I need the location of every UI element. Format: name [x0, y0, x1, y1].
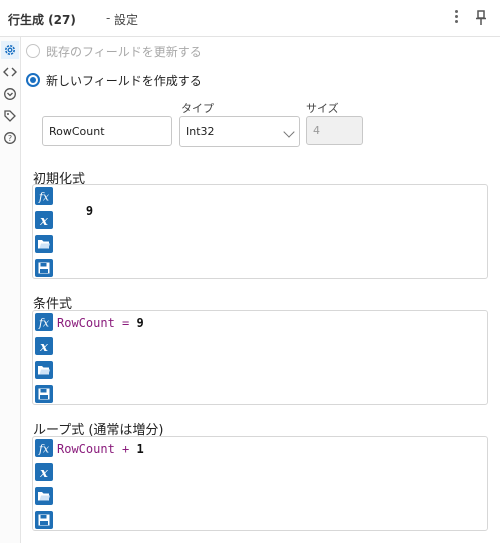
panel-title: 行生成 (27) [8, 13, 76, 27]
code-operator-token: + [122, 442, 130, 456]
init-expression-editor[interactable]: fx x 9 [32, 184, 488, 279]
code-icon[interactable] [1, 63, 19, 81]
radio-create-new[interactable] [26, 73, 40, 87]
open-folder-icon[interactable] [35, 361, 53, 379]
panel-header: 行生成 (27) - 設定 [0, 0, 500, 37]
save-icon[interactable] [35, 511, 53, 529]
connection-icon[interactable] [1, 85, 19, 103]
open-folder-icon[interactable] [35, 235, 53, 253]
title-separator: - [106, 11, 111, 25]
fx-icon[interactable]: fx [35, 439, 53, 457]
save-icon[interactable] [35, 385, 53, 403]
svg-text:fx: fx [38, 191, 50, 204]
code-field-token: RowCount [57, 442, 115, 456]
svg-text:fx: fx [38, 317, 50, 330]
option-update-existing-label: 既存のフィールドを更新する [46, 44, 202, 59]
open-folder-icon[interactable] [35, 487, 53, 505]
gear-icon[interactable] [1, 41, 19, 59]
variable-icon[interactable]: x [35, 211, 53, 229]
svg-text:?: ? [8, 134, 12, 143]
field-name-value: RowCount [49, 124, 105, 138]
size-label: サイズ [306, 102, 339, 115]
fx-icon[interactable]: fx [35, 187, 53, 205]
field-name-input[interactable]: RowCount [42, 116, 172, 146]
svg-text:x: x [39, 340, 48, 354]
svg-text:x: x [39, 214, 48, 228]
loop-expression-editor[interactable]: fx x RowCount + 1 [32, 436, 488, 531]
size-input[interactable]: 4 [306, 116, 363, 145]
condition-expression-editor[interactable]: fx x RowCount = 9 [32, 310, 488, 405]
condition-expression-code: RowCount = 9 [57, 316, 144, 330]
svg-text:fx: fx [38, 443, 50, 456]
size-value: 4 [313, 124, 320, 137]
init-expression-code: 9 [57, 190, 93, 232]
init-expression-value: 9 [85, 204, 94, 218]
code-field-token: RowCount [57, 316, 115, 330]
chevron-down-icon [283, 126, 295, 138]
fx-icon[interactable]: fx [35, 313, 53, 331]
svg-text:x: x [39, 466, 48, 480]
variable-icon[interactable]: x [35, 463, 53, 481]
panel-subtitle: 設定 [114, 13, 139, 27]
variable-icon[interactable]: x [35, 337, 53, 355]
code-number-token: 1 [136, 442, 144, 456]
help-icon[interactable]: ? [1, 129, 19, 147]
option-create-new-label: 新しいフィールドを作成する [46, 73, 202, 88]
type-label: タイプ [181, 102, 214, 115]
option-update-existing[interactable]: 既存のフィールドを更新する [26, 42, 202, 60]
type-select[interactable]: Int32 [179, 116, 300, 147]
code-number-token: 9 [136, 316, 144, 330]
loop-expression-code: RowCount + 1 [57, 442, 144, 456]
type-select-value: Int32 [186, 125, 215, 138]
left-sidebar: ? [0, 37, 21, 543]
pin-icon[interactable] [474, 9, 488, 27]
tag-icon[interactable] [1, 107, 19, 125]
save-icon[interactable] [35, 259, 53, 277]
code-operator-token: = [122, 316, 130, 330]
option-create-new[interactable]: 新しいフィールドを作成する [26, 71, 202, 89]
kebab-menu-icon[interactable] [451, 10, 461, 26]
radio-update-existing[interactable] [26, 44, 40, 58]
